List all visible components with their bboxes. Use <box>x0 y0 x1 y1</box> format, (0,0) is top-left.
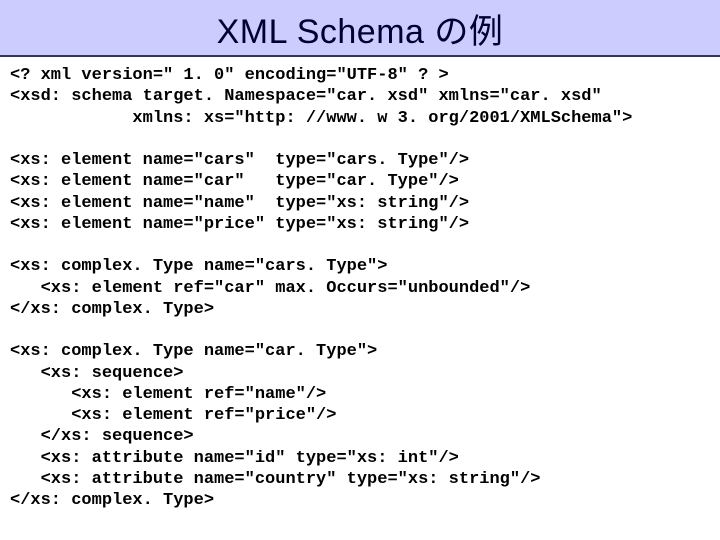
code-line: <xs: element ref="car" max. Occurs="unbo… <box>10 279 530 298</box>
code-line: <xs: sequence> <box>10 364 183 383</box>
code-line: </xs: complex. Type> <box>10 491 214 510</box>
code-line: <xsd: schema target. Namespace="car. xsd… <box>10 87 602 106</box>
code-line: xmlns: xs="http: //www. w 3. org/2001/XM… <box>10 109 632 128</box>
code-block: <? xml version=" 1. 0" encoding="UTF-8" … <box>0 57 720 511</box>
code-line: <? xml version=" 1. 0" encoding="UTF-8" … <box>10 66 449 85</box>
code-line: <xs: attribute name="country" type="xs: … <box>10 470 541 489</box>
page-title: XML Schema の例 <box>217 13 504 51</box>
code-line: <xs: complex. Type name="car. Type"> <box>10 342 377 361</box>
code-line: <xs: element ref="price"/> <box>10 406 336 425</box>
code-line: <xs: element name="name" type="xs: strin… <box>10 194 469 213</box>
code-line: <xs: complex. Type name="cars. Type"> <box>10 257 387 276</box>
code-line: </xs: sequence> <box>10 427 194 446</box>
code-line: </xs: complex. Type> <box>10 300 214 319</box>
code-line: <xs: element name="cars" type="cars. Typ… <box>10 151 469 170</box>
title-bar: XML Schema の例 <box>0 0 720 57</box>
slide: XML Schema の例 <? xml version=" 1. 0" enc… <box>0 0 720 540</box>
code-line: <xs: element ref="name"/> <box>10 385 326 404</box>
code-line: <xs: element name="price" type="xs: stri… <box>10 215 469 234</box>
code-line: <xs: attribute name="id" type="xs: int"/… <box>10 449 459 468</box>
code-line: <xs: element name="car" type="car. Type"… <box>10 172 459 191</box>
